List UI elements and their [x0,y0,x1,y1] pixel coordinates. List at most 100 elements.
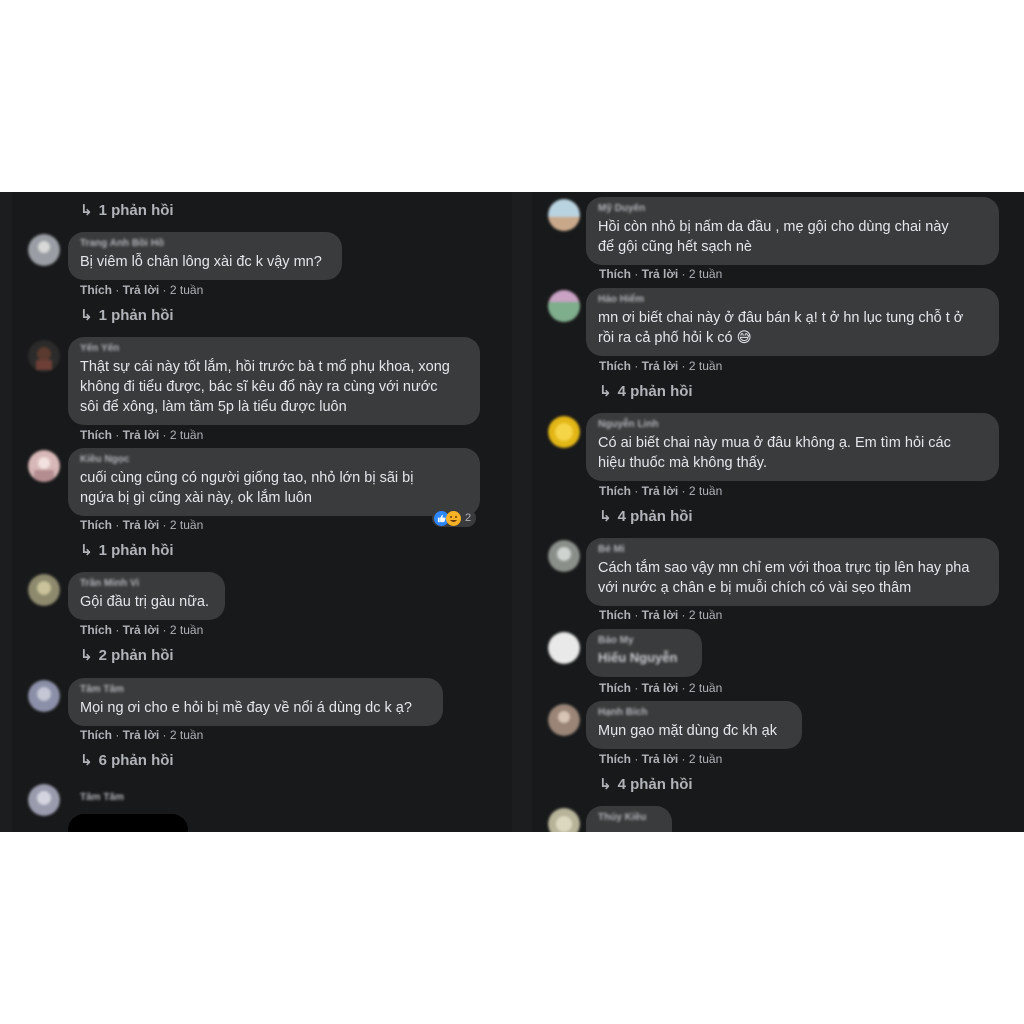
comment-author[interactable]: Mỹ Duyên [598,203,987,215]
reply-arrow-icon: ↳ [599,508,612,525]
avatar[interactable] [548,416,580,448]
reply-link[interactable]: Trả lời [642,267,679,281]
comment-actions: Thích · Trả lời · 2 tuần [80,283,204,297]
avatar[interactable] [548,540,580,572]
reply-arrow-icon: ↳ [80,647,93,664]
comment-time[interactable]: 2 tuần [689,267,722,281]
avatar[interactable] [548,632,580,664]
comment-author[interactable]: Hạnh Bích [598,707,790,719]
comment-bubble: Hảo Hiểm mn ơi biết chai này ở đâu bán k… [586,288,999,356]
reply-link[interactable]: Trả lời [642,608,679,622]
comment-text: Có ai biết chai này mua ở đâu không ạ. E… [598,435,951,471]
comment-author[interactable]: Tâm Tâm [80,792,124,804]
avatar[interactable] [28,450,60,482]
reply-arrow-icon: ↳ [80,752,93,769]
comments-screenshot: ↳ 1 phản hồi Trang Anh Bồi Hồ Bị viêm lỗ … [0,192,1024,832]
like-link[interactable]: Thích [80,428,112,442]
reaction-summary[interactable]: 2 [432,509,477,527]
comment-time[interactable]: 2 tuần [170,518,203,532]
like-link[interactable]: Thích [599,752,631,766]
reply-link[interactable]: Trả lời [123,728,160,742]
comment-author[interactable]: Thúy Kiều [598,812,660,824]
comment-time[interactable]: 2 tuần [170,283,203,297]
view-replies-link[interactable]: ↳ 4 phản hồi [599,382,693,402]
comment-time[interactable]: 2 tuần [689,484,722,498]
reply-link[interactable]: Trả lời [123,518,160,532]
comment-author[interactable]: Tâm Tâm [80,684,431,696]
comment-actions: Thích · Trả lời · 2 tuần [599,484,723,498]
reply-arrow-icon: ↳ [80,307,93,324]
comment-bubble: Hạnh Bích Mụn gạo mặt dùng đc kh ạk [586,701,802,749]
comment-author[interactable]: Hảo Hiểm [598,294,987,306]
comment-actions: Thích · Trả lời · 2 tuần [80,518,204,532]
like-link[interactable]: Thích [599,267,631,281]
comment-time[interactable]: 2 tuần [689,752,722,766]
mentioned-user[interactable]: Hiếu Nguyễn [598,649,690,667]
comment-time[interactable]: 2 tuần [689,359,722,373]
comment-actions: Thích · Trả lời · 2 tuần [80,623,204,637]
avatar[interactable] [28,234,60,266]
comment-actions: Thích · Trả lời · 2 tuần [599,752,723,766]
comment-text: Gội đầu trị gàu nữa. [80,594,210,610]
comment-actions: Thích · Trả lời · 2 tuần [599,681,723,695]
comment-bubble: Mỹ Duyên Hồi còn nhỏ bị nấm da đầu , mẹ … [586,197,999,265]
reply-link[interactable]: Trả lời [642,681,679,695]
like-link[interactable]: Thích [599,681,631,695]
avatar[interactable] [28,784,60,816]
view-replies-link[interactable]: ↳ 1 phản hồi [80,541,174,561]
view-replies-link[interactable]: ↳ 1 phản hồi [80,306,174,326]
comment-author[interactable]: Trang Anh Bồi Hồ [80,238,330,250]
reply-link[interactable]: Trả lời [123,283,160,297]
like-link[interactable]: Thích [599,608,631,622]
comment-text: Thật sự cái này tốt lắm, hồi trước bà t … [80,359,450,415]
comment-bubble: Kiều Ngọc cuối cùng cũng có người giống … [68,448,480,516]
comment-time[interactable]: 2 tuần [689,608,722,622]
comment-actions: Thích · Trả lời · 2 tuần [599,359,723,373]
view-replies-link[interactable]: ↳ 1 phản hồi [80,201,174,221]
comment-text: mn ơi biết chai này ở đâu bán k ạ! t ở h… [598,310,964,346]
like-link[interactable]: Thích [80,623,112,637]
comment-text: Mọi ng ơi cho e hỏi bị mề đay về nổi á d… [80,700,412,716]
avatar[interactable] [28,680,60,712]
comment-time[interactable]: 2 tuần [689,681,722,695]
like-link[interactable]: Thích [599,359,631,373]
comment-text: cuối cùng cũng có người giống tao, nhỏ l… [80,470,414,506]
comment-author[interactable]: Bảo My [598,635,690,647]
comment-time[interactable]: 2 tuần [170,428,203,442]
comment-time[interactable]: 2 tuần [170,728,203,742]
reply-link[interactable]: Trả lời [123,623,160,637]
comment-actions: Thích · Trả lời · 2 tuần [80,428,204,442]
like-link[interactable]: Thích [599,484,631,498]
like-link[interactable]: Thích [80,518,112,532]
like-link[interactable]: Thích [80,728,112,742]
left-comment-column: ↳ 1 phản hồi Trang Anh Bồi Hồ Bị viêm lỗ … [12,192,512,832]
comment-author[interactable]: Nguyễn Linh [598,419,987,431]
avatar[interactable] [548,704,580,736]
comment-time[interactable]: 2 tuần [170,623,203,637]
reply-link[interactable]: Trả lời [642,359,679,373]
view-replies-link[interactable]: ↳ 2 phản hồi [80,646,174,666]
comment-author[interactable]: Kiều Ngọc [80,454,468,466]
reaction-count: 2 [465,512,472,524]
view-replies-link[interactable]: ↳ 4 phản hồi [599,775,693,795]
comment-bubble: Thúy Kiều [586,806,672,832]
comment-text: Cách tắm sao vậy mn chỉ em với thoa trực… [598,560,970,596]
avatar[interactable] [548,808,580,832]
comment-bubble: Trang Anh Bồi Hồ Bị viêm lỗ chân lông xà… [68,232,342,280]
comment-actions: Thích · Trả lời · 2 tuần [599,608,723,622]
reply-link[interactable]: Trả lời [123,428,160,442]
view-replies-link[interactable]: ↳ 6 phản hồi [80,751,174,771]
reply-link[interactable]: Trả lời [642,484,679,498]
like-link[interactable]: Thích [80,283,112,297]
avatar[interactable] [548,199,580,231]
comment-actions: Thích · Trả lời · 2 tuần [80,728,204,742]
comment-text: Hồi còn nhỏ bị nấm da đầu , mẹ gội cho d… [598,219,949,255]
avatar[interactable] [28,574,60,606]
avatar[interactable] [548,290,580,322]
comment-author[interactable]: Bé Mi [598,544,987,556]
comment-author[interactable]: Trần Minh Vi [80,578,213,590]
comment-author[interactable]: Yến Yến [80,343,468,355]
avatar[interactable] [28,340,60,372]
reply-link[interactable]: Trả lời [642,752,679,766]
view-replies-link[interactable]: ↳ 4 phản hồi [599,507,693,527]
